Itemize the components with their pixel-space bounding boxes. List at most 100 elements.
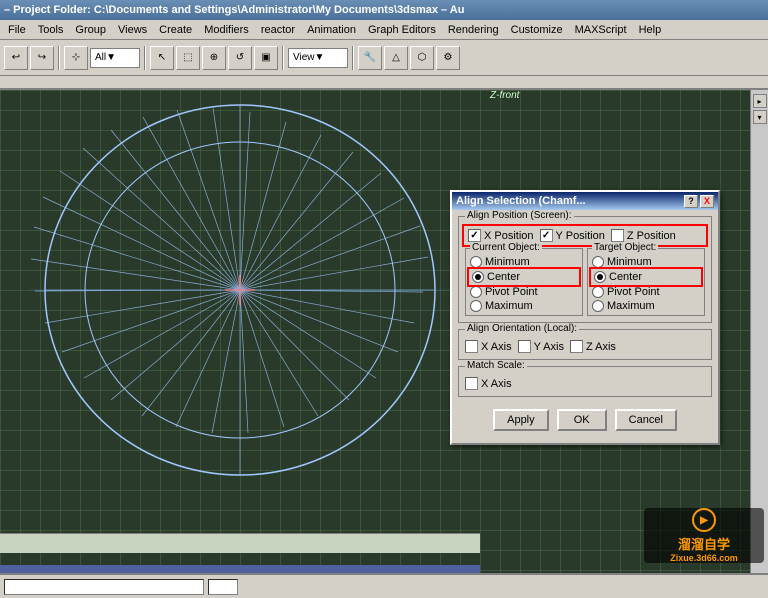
menu-help[interactable]: Help bbox=[633, 22, 668, 38]
menu-graph-editors[interactable]: Graph Editors bbox=[362, 22, 442, 38]
match-scale-title: Match Scale: bbox=[465, 360, 527, 371]
menu-animation[interactable]: Animation bbox=[301, 22, 362, 38]
scale-x-checkbox-item[interactable]: X Axis bbox=[465, 377, 512, 390]
target-minimum-radio-btn[interactable] bbox=[592, 256, 604, 268]
orient-y-checkbox[interactable] bbox=[518, 340, 531, 353]
view-label: View bbox=[293, 52, 315, 63]
toolbar-filter-dropdown[interactable]: All▼ bbox=[90, 48, 140, 68]
orient-y-label: Y Axis bbox=[534, 341, 564, 353]
align-position-title: Align Position (Screen): bbox=[465, 210, 574, 221]
align-position-group: Align Position (Screen): X Position Y Po… bbox=[458, 216, 712, 323]
target-center-radio[interactable]: Center bbox=[592, 270, 700, 284]
frame-input[interactable] bbox=[208, 579, 238, 595]
separator-1 bbox=[58, 46, 60, 70]
ok-button[interactable]: OK bbox=[557, 409, 607, 431]
y-position-checkbox-item[interactable]: Y Position bbox=[540, 229, 605, 242]
scale-x-checkbox[interactable] bbox=[465, 377, 478, 390]
toolbar-btn3[interactable]: ⬡ bbox=[410, 46, 434, 70]
target-center-label: Center bbox=[609, 271, 642, 283]
y-position-checkbox[interactable] bbox=[540, 229, 553, 242]
menu-create[interactable]: Create bbox=[153, 22, 198, 38]
dialog-close-button[interactable]: X bbox=[700, 195, 714, 208]
apply-button[interactable]: Apply bbox=[493, 409, 549, 431]
right-btn-1[interactable]: ▸ bbox=[753, 94, 767, 108]
right-btn-2[interactable]: ▾ bbox=[753, 110, 767, 124]
menu-modifiers[interactable]: Modifiers bbox=[198, 22, 255, 38]
toolbar-btn4[interactable]: ⚙ bbox=[436, 46, 460, 70]
current-minimum-label: Minimum bbox=[485, 256, 530, 268]
toolbar-btn1[interactable]: 🔧 bbox=[358, 46, 382, 70]
watermark-text-sub: Zixue.3d66.com bbox=[670, 553, 738, 563]
menu-customize[interactable]: Customize bbox=[505, 22, 569, 38]
toolbar-select[interactable]: ⊹ bbox=[64, 46, 88, 70]
orientation-checkboxes-row: X Axis Y Axis Z Axis bbox=[465, 340, 705, 353]
target-maximum-radio-btn[interactable] bbox=[592, 300, 604, 312]
cancel-button[interactable]: Cancel bbox=[615, 409, 677, 431]
toolbar-select-obj[interactable]: ↖ bbox=[150, 46, 174, 70]
orient-x-checkbox-item[interactable]: X Axis bbox=[465, 340, 512, 353]
menu-maxscript[interactable]: MAXScript bbox=[569, 22, 633, 38]
target-minimum-radio[interactable]: Minimum bbox=[592, 256, 700, 268]
target-pivot-radio[interactable]: Pivot Point bbox=[592, 286, 700, 298]
z-position-checkbox-item[interactable]: Z Position bbox=[611, 229, 676, 242]
target-center-radio-btn[interactable] bbox=[594, 271, 606, 283]
match-scale-checkboxes-row: X Axis bbox=[465, 377, 705, 390]
object-columns: Current Object: Minimum Center bbox=[465, 248, 705, 316]
target-pivot-radio-btn[interactable] bbox=[592, 286, 604, 298]
current-minimum-radio[interactable]: Minimum bbox=[470, 256, 578, 268]
menu-rendering[interactable]: Rendering bbox=[442, 22, 505, 38]
dialog-help-button[interactable]: ? bbox=[684, 195, 698, 208]
toolbar-scale[interactable]: ▣ bbox=[254, 46, 278, 70]
current-center-radio[interactable]: Center bbox=[470, 270, 578, 284]
toolbar-btn2[interactable]: △ bbox=[384, 46, 408, 70]
menu-file[interactable]: File bbox=[2, 22, 32, 38]
x-position-checkbox-item[interactable]: X Position bbox=[468, 229, 534, 242]
dialog-title-text: Align Selection (Chamf... bbox=[456, 195, 684, 207]
x-position-checkbox[interactable] bbox=[468, 229, 481, 242]
menu-reactor[interactable]: reactor bbox=[255, 22, 301, 38]
target-pivot-label: Pivot Point bbox=[607, 286, 660, 298]
target-object-title: Target Object: bbox=[592, 242, 658, 253]
menu-tools[interactable]: Tools bbox=[32, 22, 70, 38]
current-maximum-radio[interactable]: Maximum bbox=[470, 300, 578, 312]
dialog-body: Align Position (Screen): X Position Y Po… bbox=[452, 210, 718, 443]
orient-x-checkbox[interactable] bbox=[465, 340, 478, 353]
current-center-radio-btn[interactable] bbox=[472, 271, 484, 283]
align-selection-dialog: Align Selection (Chamf... ? X Align Posi… bbox=[450, 190, 720, 445]
current-pivot-radio-btn[interactable] bbox=[470, 286, 482, 298]
z-position-checkbox[interactable] bbox=[611, 229, 624, 242]
toolbar-redo[interactable]: ↪ bbox=[30, 46, 54, 70]
view-dropdown[interactable]: View▼ bbox=[288, 48, 348, 68]
current-pivot-radio[interactable]: Pivot Point bbox=[470, 286, 578, 298]
status-input[interactable] bbox=[4, 579, 204, 595]
orient-y-checkbox-item[interactable]: Y Axis bbox=[518, 340, 564, 353]
current-object-title: Current Object: bbox=[470, 242, 542, 253]
watermark-text-main: 溜溜自学 bbox=[678, 534, 730, 553]
current-minimum-radio-btn[interactable] bbox=[470, 256, 482, 268]
target-object-col: Target Object: Minimum Center bbox=[587, 248, 705, 316]
wireframe-svg bbox=[30, 90, 450, 490]
blue-accent-bar bbox=[0, 565, 480, 573]
menu-group[interactable]: Group bbox=[69, 22, 112, 38]
target-maximum-radio[interactable]: Maximum bbox=[592, 300, 700, 312]
current-center-label: Center bbox=[487, 271, 520, 283]
right-panel: ▸ ▾ bbox=[750, 90, 768, 573]
play-icon: ▶ bbox=[700, 515, 708, 526]
status-bar bbox=[0, 573, 768, 598]
orient-z-checkbox[interactable] bbox=[570, 340, 583, 353]
scale-x-label: X Axis bbox=[481, 378, 512, 390]
toolbar-rotate[interactable]: ↺ bbox=[228, 46, 252, 70]
align-orientation-group: Align Orientation (Local): X Axis Y Axis… bbox=[458, 329, 712, 360]
filter-label: All bbox=[95, 52, 106, 63]
menu-bar: File Tools Group Views Create Modifiers … bbox=[0, 20, 768, 40]
separator-2 bbox=[144, 46, 146, 70]
watermark: ▶ 溜溜自学 Zixue.3d66.com bbox=[644, 508, 764, 563]
toolbar-undo[interactable]: ↩ bbox=[4, 46, 28, 70]
menu-views[interactable]: Views bbox=[112, 22, 153, 38]
dialog-buttons-row: Apply OK Cancel bbox=[458, 403, 712, 437]
orient-z-checkbox-item[interactable]: Z Axis bbox=[570, 340, 616, 353]
toolbar-region-select[interactable]: ⬚ bbox=[176, 46, 200, 70]
viewport-label: Z-front bbox=[490, 90, 519, 101]
toolbar-move[interactable]: ⊕ bbox=[202, 46, 226, 70]
current-maximum-radio-btn[interactable] bbox=[470, 300, 482, 312]
